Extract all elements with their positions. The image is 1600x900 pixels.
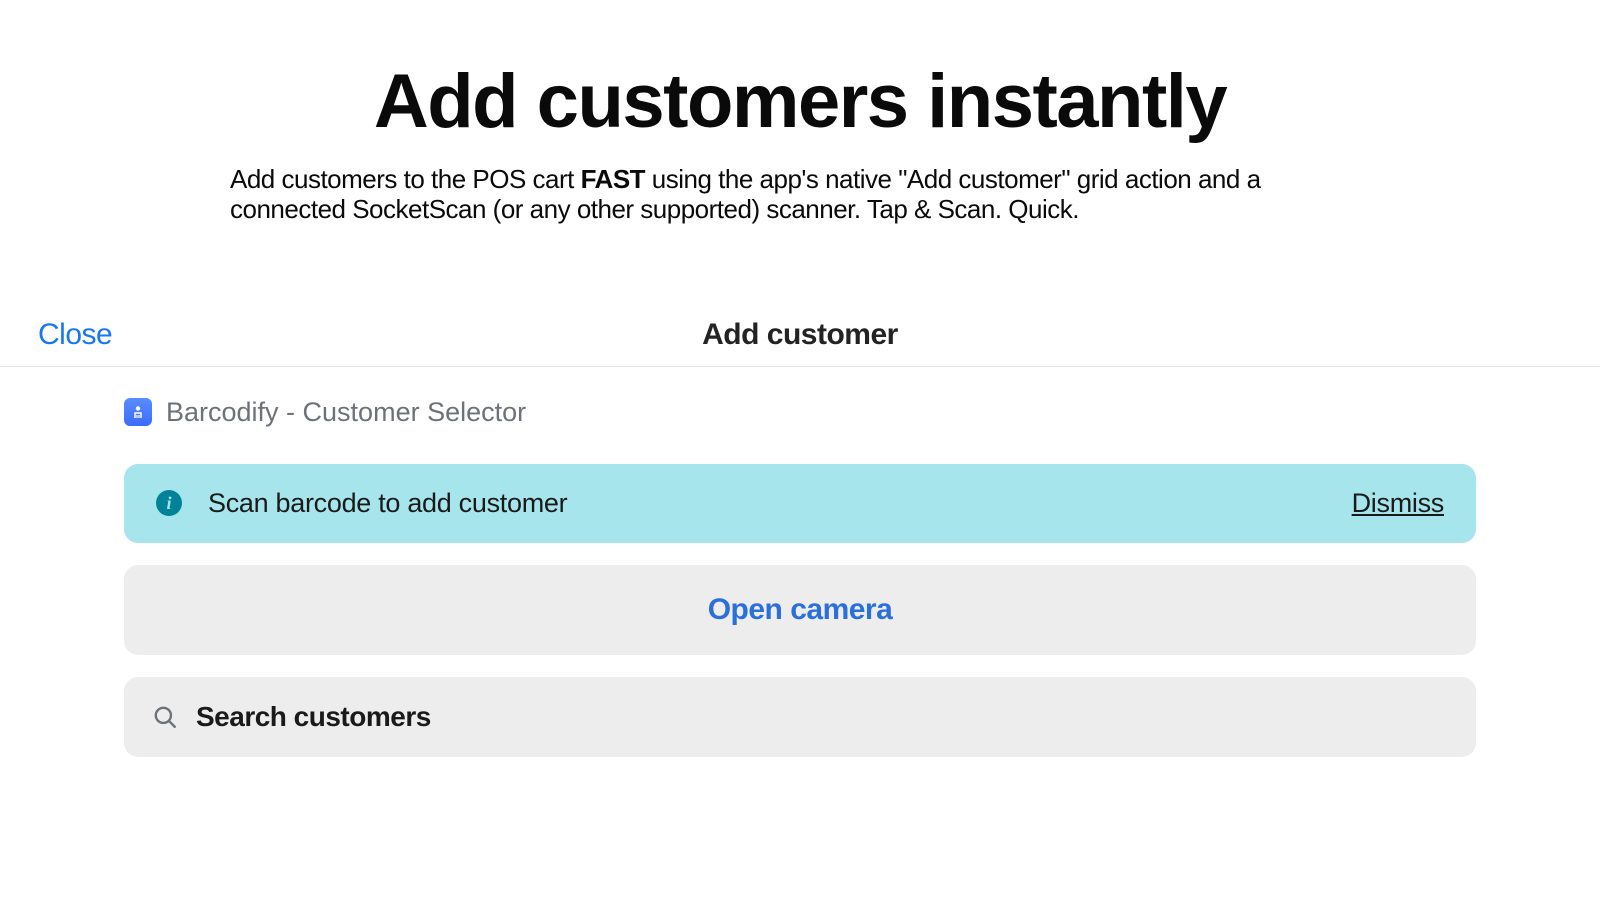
app-icon (124, 398, 152, 426)
open-camera-label: Open camera (708, 593, 893, 626)
info-banner-message: Scan barcode to add customer (208, 488, 1352, 519)
hero-title: Add customers instantly (0, 58, 1600, 145)
navbar-title: Add customer (702, 318, 898, 352)
info-icon: i (156, 490, 182, 516)
hero-section: Add customers instantly Add customers to… (0, 0, 1600, 225)
dismiss-button[interactable]: Dismiss (1352, 488, 1444, 519)
close-button[interactable]: Close (38, 318, 112, 352)
hero-subtitle: Add customers to the POS cart FAST using… (220, 165, 1380, 225)
search-box[interactable] (124, 677, 1476, 757)
open-camera-button[interactable]: Open camera (124, 565, 1476, 655)
app-label-row: Barcodify - Customer Selector (124, 397, 1476, 428)
app-screen: Close Add customer Barcodify - Customer … (0, 305, 1600, 757)
app-label-text: Barcodify - Customer Selector (166, 397, 526, 428)
hero-subtitle-fast: FAST (581, 164, 645, 194)
search-input[interactable] (196, 701, 1448, 733)
content-area: Barcodify - Customer Selector i Scan bar… (0, 367, 1600, 757)
navbar: Close Add customer (0, 305, 1600, 367)
hero-subtitle-before: Add customers to the POS cart (230, 164, 581, 194)
info-banner: i Scan barcode to add customer Dismiss (124, 464, 1476, 543)
search-icon (152, 704, 178, 730)
